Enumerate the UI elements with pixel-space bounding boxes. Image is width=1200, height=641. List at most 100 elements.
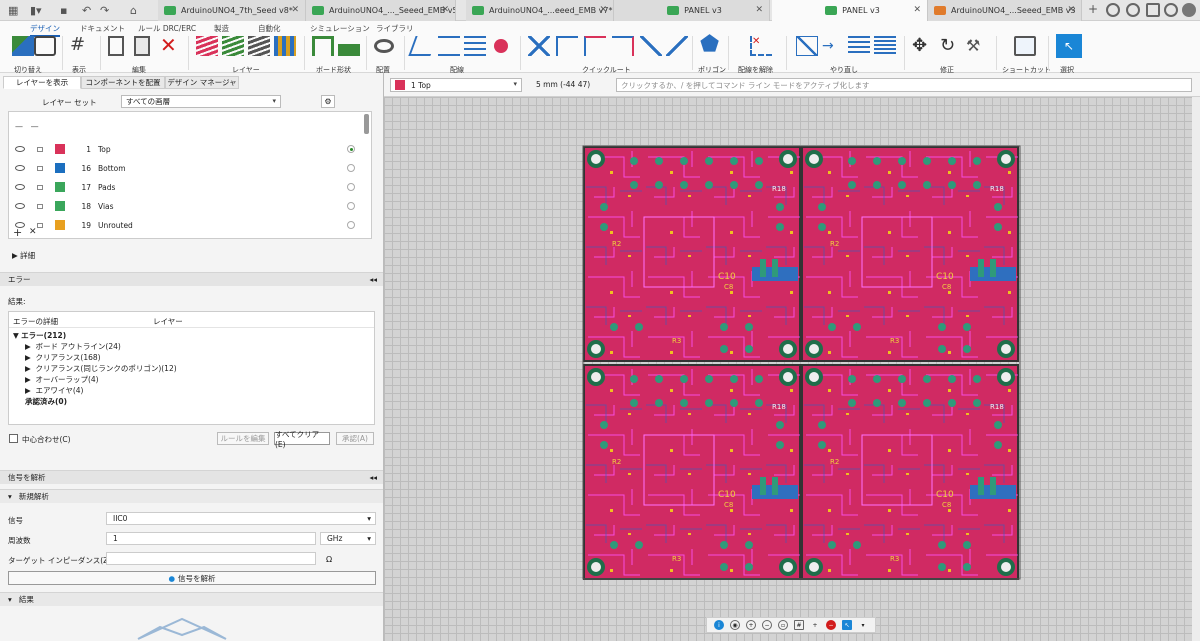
layer-color-swatch[interactable] xyxy=(55,144,65,154)
layer-color-swatch[interactable] xyxy=(55,201,65,211)
lock-icon[interactable] xyxy=(37,204,43,209)
notifications-icon[interactable] xyxy=(1146,3,1160,17)
error-item[interactable]: ▶ ボード アウトライン(24) xyxy=(25,341,121,352)
save-icon[interactable]: ▪ xyxy=(60,4,67,17)
layer-color-swatch[interactable] xyxy=(55,163,65,173)
tab-place-components[interactable]: コンポーネントを配置 xyxy=(81,76,165,89)
quickroute-airwire-icon[interactable] xyxy=(584,36,606,56)
tab-library[interactable]: ライブラリ xyxy=(376,23,414,34)
active-layer-radio[interactable] xyxy=(347,164,355,172)
layer-row-unrouted[interactable]: 19 Unrouted xyxy=(9,216,364,234)
zoom-out-icon[interactable]: − xyxy=(762,620,772,630)
move-icon[interactable]: ✥ xyxy=(912,36,934,56)
new-analysis-header[interactable]: ▾ 新規解析 xyxy=(0,489,383,503)
copy-icon[interactable] xyxy=(108,36,124,56)
lock-icon[interactable] xyxy=(37,223,43,228)
reroute-icon[interactable] xyxy=(796,36,818,56)
close-icon[interactable]: ✕ xyxy=(441,5,449,15)
frequency-input[interactable]: 1 xyxy=(106,532,316,545)
diff-pair-icon[interactable] xyxy=(438,36,460,56)
route-icon[interactable] xyxy=(408,36,438,56)
layer-stack-icon[interactable] xyxy=(222,36,244,56)
quickroute-fanout-icon[interactable] xyxy=(640,36,662,56)
close-icon[interactable]: ✕ xyxy=(913,5,921,15)
lock-icon[interactable] xyxy=(37,166,43,171)
board-outline-icon[interactable] xyxy=(312,36,334,56)
file-menu-icon[interactable]: ▮▾ xyxy=(30,4,42,17)
tab-design-manager[interactable]: デザイン マネージャ xyxy=(165,76,239,89)
via-icon[interactable] xyxy=(494,39,508,53)
results-header[interactable]: ▾ 結果 xyxy=(0,592,383,606)
grid-icon[interactable]: # xyxy=(70,36,92,56)
active-layer-radio[interactable] xyxy=(347,183,355,191)
tab-automation[interactable]: 自動化 xyxy=(258,23,281,34)
quickroute-signal-icon[interactable] xyxy=(612,36,634,56)
quickroute-all-icon[interactable] xyxy=(666,36,688,56)
undo-icon[interactable]: ↶ xyxy=(82,4,91,17)
board-shape-icon[interactable] xyxy=(338,36,360,56)
eye-icon[interactable] xyxy=(15,165,25,171)
impedance-input[interactable] xyxy=(106,552,316,565)
layer-row-bottom[interactable]: 16 Bottom xyxy=(9,159,364,177)
error-section-header[interactable]: エラー ◂◂ xyxy=(0,272,383,286)
doc-tab[interactable]: ArduinoUNO4_...eeed_EMB v7* ✕ xyxy=(466,0,614,21)
error-root[interactable]: ▼ エラー(212) xyxy=(13,330,66,341)
paste-icon[interactable] xyxy=(134,36,150,56)
doc-tab[interactable]: ArduinoUNO4_7th_Seed v8* ✕ xyxy=(158,0,306,21)
help-icon[interactable] xyxy=(1164,3,1178,17)
error-item[interactable]: ▶ クリアランス(168) xyxy=(25,352,101,363)
tab-show-layers[interactable]: レイヤーを表示 xyxy=(3,76,81,89)
tab-document[interactable]: ドキュメント xyxy=(80,23,125,34)
layer-row-vias[interactable]: 18 Vias xyxy=(9,197,364,215)
analyze-signal-button[interactable]: ● 信号を解析 xyxy=(8,571,376,585)
remove-layer-icon[interactable]: ✕ xyxy=(29,227,37,237)
zoom-in-icon[interactable]: + xyxy=(746,620,756,630)
doc-tab-active[interactable]: PANEL v3 ✕ xyxy=(772,0,928,21)
scrollbar[interactable] xyxy=(1192,97,1200,641)
active-layer-radio[interactable] xyxy=(347,221,355,229)
place-icon[interactable] xyxy=(374,39,394,53)
collapse-icon[interactable]: ◂◂ xyxy=(369,275,377,284)
multi-route-icon[interactable] xyxy=(464,36,486,56)
sync-icon[interactable] xyxy=(1126,3,1140,17)
eye-icon[interactable] xyxy=(15,184,25,190)
layer-manager-icon[interactable] xyxy=(274,36,296,56)
crosshair-icon[interactable]: + xyxy=(810,620,820,630)
error-item[interactable]: ▶ クリアランス(同じランクのポリゴン)(12) xyxy=(25,363,177,374)
new-tab-icon[interactable]: + xyxy=(1088,2,1098,16)
layer-settings-icon[interactable] xyxy=(248,36,270,56)
tab-manufacturing[interactable]: 製造 xyxy=(214,23,229,34)
scrollbar[interactable] xyxy=(364,114,369,134)
approve-button[interactable]: 承認(A) xyxy=(336,432,374,445)
slide-icon[interactable]: → xyxy=(822,36,844,56)
current-layer-select[interactable]: 1 Top ▾ xyxy=(390,78,522,92)
tab-design[interactable]: デザイン xyxy=(30,23,60,37)
signal-section-header[interactable]: 信号を解析 ◂◂ xyxy=(0,470,383,484)
quickroute-net-icon[interactable] xyxy=(556,36,578,56)
home-icon[interactable]: ⌂ xyxy=(130,4,137,17)
eye-icon[interactable]: ◉ xyxy=(730,620,740,630)
add-layer-icon[interactable]: + xyxy=(13,226,22,239)
close-icon[interactable]: ✕ xyxy=(599,5,607,15)
shortcut-icon[interactable] xyxy=(1014,36,1036,56)
quickroute-icon[interactable] xyxy=(528,36,550,56)
job-status-icon[interactable] xyxy=(1106,3,1120,17)
polygon-icon[interactable]: ⬟ xyxy=(700,34,722,56)
error-item[interactable]: ▶ オーバーラップ(4) xyxy=(25,374,99,385)
rotate-icon[interactable]: ↻ xyxy=(940,36,962,56)
layer-row-pads[interactable]: 17 Pads xyxy=(9,178,364,196)
active-layer-radio[interactable] xyxy=(347,145,355,153)
edit-rules-button[interactable]: ルールを編集 xyxy=(217,432,269,445)
eye-icon[interactable] xyxy=(15,146,25,152)
redo-icon[interactable]: ↷ xyxy=(100,4,109,17)
ripup-icon[interactable]: ✕ xyxy=(750,36,772,56)
select-mode-icon[interactable]: ↖ xyxy=(842,620,852,630)
tab-simulation[interactable]: シミュレーション xyxy=(310,23,370,34)
layer-set-select[interactable]: すべての画層 ▾ xyxy=(121,95,281,108)
grid-icon[interactable]: # xyxy=(794,620,804,630)
lock-icon[interactable] xyxy=(37,147,43,152)
clear-all-button[interactable]: すべてクリア(E) xyxy=(274,430,330,449)
approved-item[interactable]: 承認済み(0) xyxy=(25,396,67,407)
layer-row-top[interactable]: 1 Top xyxy=(9,140,364,158)
collapse-icon[interactable]: ◂◂ xyxy=(369,473,377,482)
